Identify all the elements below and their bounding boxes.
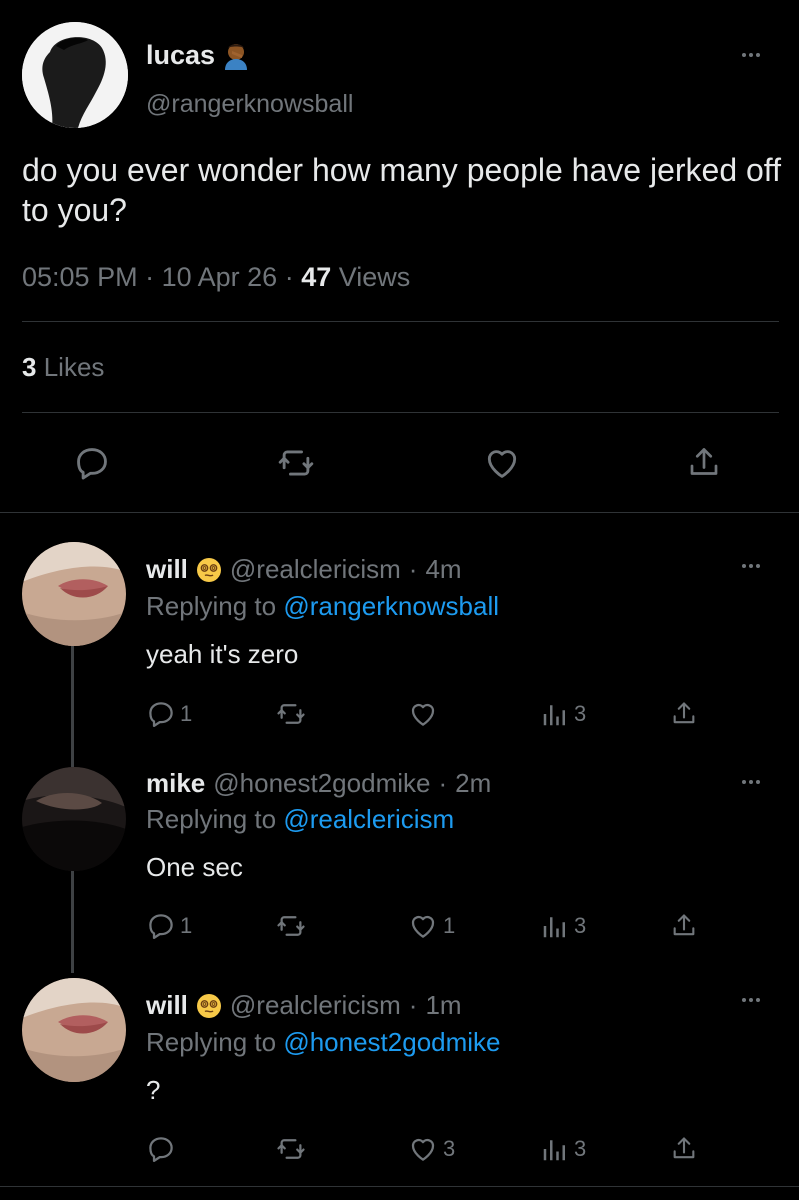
views-count: 3 [574,1136,587,1161]
tweet-time: 05:05 PM [22,262,138,292]
share-button[interactable] [670,911,698,941]
reply-button[interactable]: 1 [146,699,192,729]
views-count: 3 [574,701,587,726]
retweet-icon [277,916,305,936]
share-button[interactable] [670,1134,698,1164]
dizzy-face-icon [196,557,222,583]
reply-button[interactable] [146,1134,180,1164]
author-handle[interactable]: @realclericism [230,554,401,585]
views-count: 47 [301,262,332,292]
divider [0,512,799,513]
replying-to-link[interactable]: @rangerknowsball [283,591,499,621]
replying-prefix: Replying to [146,804,277,834]
likes-count: 3 [22,352,37,382]
like-button[interactable]: 3 [407,1134,455,1164]
divider [0,1186,799,1187]
more-options-icon[interactable] [742,53,760,57]
views-icon [543,705,565,726]
share-icon [673,914,695,936]
reply-icon [149,1137,173,1162]
replying-prefix: Replying to [146,1027,277,1057]
retweet-button[interactable] [275,1134,311,1164]
views-button[interactable]: 3 [540,699,586,729]
dizzy-face-icon [196,993,222,1019]
reply-count: 1 [180,701,193,726]
author-name[interactable]: lucas [146,40,215,71]
like-count: 3 [443,1136,456,1161]
retweet-icon [277,1139,305,1159]
replying-prefix: Replying to [146,591,277,621]
more-options-icon[interactable] [742,780,760,784]
author-name[interactable]: will [146,554,188,585]
avatar[interactable] [22,542,126,646]
author-handle[interactable]: @realclericism [230,990,401,1021]
like-button[interactable]: 1 [407,911,455,941]
author-name[interactable]: will [146,990,188,1021]
retweet-icon [278,450,314,476]
share-icon [673,1137,695,1159]
views-count: 3 [574,913,587,938]
reply-icon [149,702,173,727]
views-icon [543,1140,565,1161]
reply-text: yeah it's zero [146,639,299,669]
reply-age: 4m [425,554,462,584]
like-count: 1 [443,913,456,938]
reply-button[interactable] [73,444,111,482]
reply-text: One sec [146,852,243,882]
replying-to-link[interactable]: @honest2godmike [283,1027,500,1057]
heart-icon [411,703,435,726]
author-handle[interactable]: @honest2godmike [213,768,430,799]
reply-count: 1 [180,913,193,938]
views-icon [543,917,565,938]
reply-age: 2m [455,768,492,798]
share-icon [690,448,718,475]
views-label: Views [338,262,411,292]
share-icon [673,702,695,724]
author-handle[interactable]: @rangerknowsball [146,90,353,119]
like-button[interactable] [407,699,443,729]
reply-button[interactable]: 1 [146,911,192,941]
more-options-icon[interactable] [742,998,760,1002]
likes-label: Likes [43,352,105,382]
more-options-icon[interactable] [742,564,760,568]
retweet-button[interactable] [275,699,311,729]
person-facepalming-icon [223,42,249,70]
views-button[interactable]: 3 [540,1134,586,1164]
heart-icon [487,450,517,478]
retweet-button[interactable] [275,911,311,941]
divider [22,412,779,413]
author-name[interactable]: mike [146,768,205,799]
likes-summary[interactable]: 3 Likes [22,352,104,383]
retweet-icon [277,704,305,724]
divider [22,321,779,322]
share-button[interactable] [686,444,722,482]
avatar[interactable] [22,767,126,871]
reply-icon [77,448,107,480]
avatar[interactable] [22,22,128,128]
tweet-text: do you ever wonder how many people have … [22,152,781,228]
heart-icon [411,1138,435,1161]
avatar[interactable] [22,978,126,1082]
replying-to-link[interactable]: @realclericism [283,804,454,834]
retweet-button[interactable] [276,444,316,482]
like-button[interactable] [482,444,522,482]
tweet-date: 10 Apr 26 [161,262,278,292]
reply-text: ? [146,1075,161,1105]
share-button[interactable] [670,699,698,729]
tweet-meta: 05:05 PM · 10 Apr 26 · 47 Views [22,262,411,292]
views-button[interactable]: 3 [540,911,586,941]
reply-icon [149,914,173,939]
reply-age: 1m [425,990,462,1020]
heart-icon [411,915,435,938]
